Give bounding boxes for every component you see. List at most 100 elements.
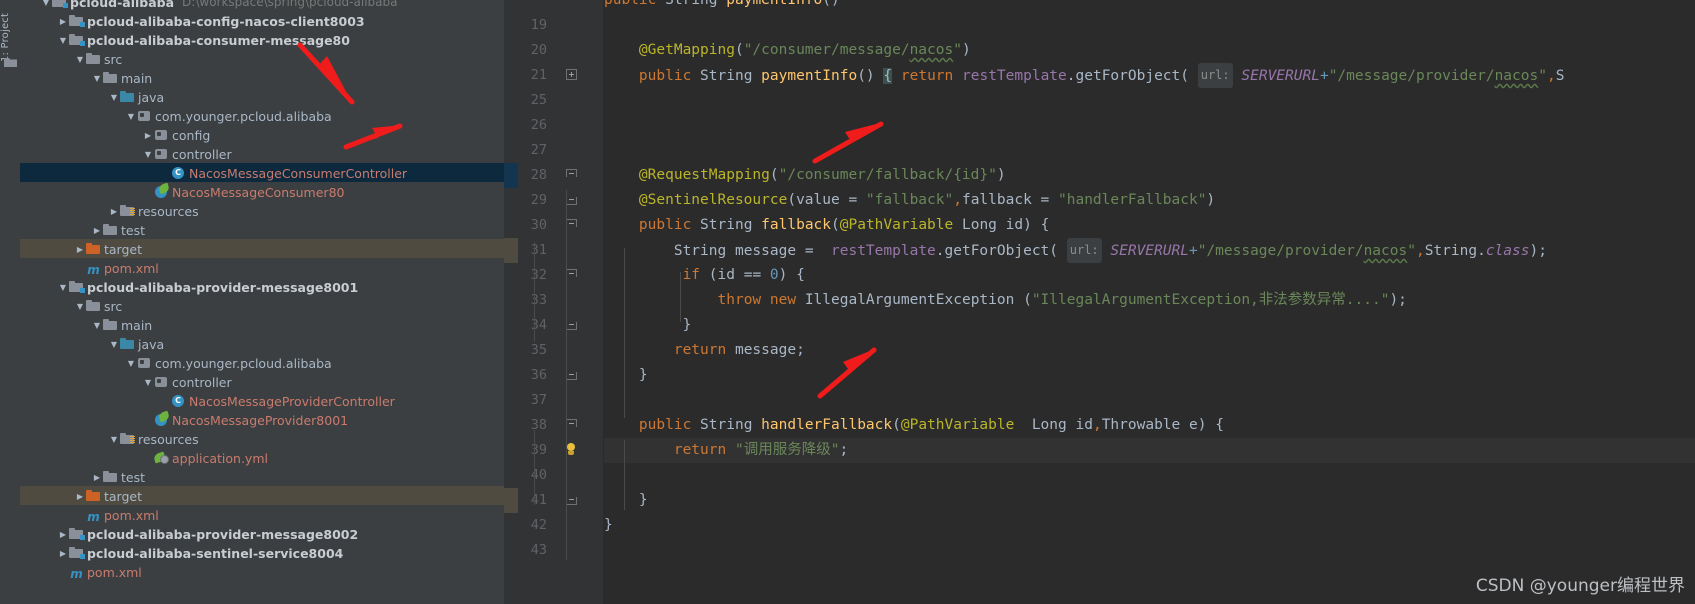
gutter-line[interactable]: 34	[504, 313, 604, 338]
code-line[interactable]: return message;	[604, 338, 1695, 363]
gutter-line[interactable]: 32	[504, 263, 604, 288]
tree-row[interactable]: pcloud-alibaba-provider-message8002	[20, 524, 504, 543]
gutter-line[interactable]: 25	[504, 88, 604, 113]
tree-row[interactable]: test	[20, 467, 504, 486]
tree-row[interactable]: main	[20, 315, 504, 334]
code-line[interactable]: }	[604, 488, 1695, 513]
code-line[interactable]	[604, 113, 1695, 138]
code-line[interactable]	[604, 538, 1695, 563]
tree-row[interactable]: pcloud-alibaba-config-nacos-client8003	[20, 11, 504, 30]
gutter-line[interactable]: 38	[504, 413, 604, 438]
gutter-line[interactable]: 26	[504, 113, 604, 138]
gutter-line[interactable]: 39	[504, 438, 604, 463]
tree-row[interactable]: pcloud-alibaba-provider-message8001	[20, 277, 504, 296]
tree-row[interactable]: target	[20, 239, 504, 258]
chevron-right-icon[interactable]	[91, 468, 103, 487]
tree-row[interactable]: NacosMessageConsumerController	[20, 163, 504, 182]
code-line[interactable]: @SentinelResource(value = "fallback",fal…	[604, 188, 1695, 213]
tree-row[interactable]: application.yml	[20, 448, 504, 467]
chevron-down-icon[interactable]	[74, 50, 86, 69]
gutter-line[interactable]: 40	[504, 463, 604, 488]
tree-row[interactable]: NacosMessageProvider8001	[20, 410, 504, 429]
chevron-down-icon[interactable]	[57, 31, 69, 50]
code-line[interactable]: @RequestMapping("/consumer/fallback/{id}…	[604, 163, 1695, 188]
chevron-right-icon[interactable]	[74, 487, 86, 506]
chevron-right-icon[interactable]	[142, 126, 154, 145]
fold-region-start-icon[interactable]	[566, 269, 577, 277]
code-line[interactable]	[604, 13, 1695, 38]
gutter-line[interactable]: 35	[504, 338, 604, 363]
code-line[interactable]: public String handlerFallback(@PathVaria…	[604, 413, 1695, 438]
tree-row[interactable]: m pom.xml	[20, 505, 504, 524]
gutter-line[interactable]: 33	[504, 288, 604, 313]
gutter-line[interactable]: 30	[504, 213, 604, 238]
code-line[interactable]: public String paymentInfo() { return res…	[604, 63, 1695, 88]
code-line[interactable]	[604, 138, 1695, 163]
chevron-down-icon[interactable]	[57, 278, 69, 297]
tree-row[interactable]: java	[20, 334, 504, 353]
gutter-line[interactable]: 43	[504, 538, 604, 563]
gutter-line[interactable]: 31	[504, 238, 604, 263]
code-editor[interactable]: 19 20 21 25 26 27 28 29 30 31 32 33 34 35 36 37 38 39 40 41…	[504, 0, 1695, 604]
project-tree[interactable]: pcloud-alibaba D:\workspace\spring\pcloud…	[20, 0, 504, 604]
code-line[interactable]	[604, 388, 1695, 413]
gutter-line[interactable]: 21	[504, 63, 604, 88]
code-line[interactable]: return "调用服务降级";	[604, 438, 1695, 463]
code-line[interactable]: }	[604, 313, 1695, 338]
chevron-right-icon[interactable]	[57, 525, 69, 544]
tree-row[interactable]: main	[20, 68, 504, 87]
tree-row[interactable]: pcloud-alibaba-consumer-message80	[20, 30, 504, 49]
fold-region-start-icon[interactable]	[566, 219, 577, 227]
chevron-down-icon[interactable]	[142, 145, 154, 164]
code-line[interactable]: throw new IllegalArgumentException ("Ill…	[604, 288, 1695, 313]
code-line[interactable]: }	[604, 363, 1695, 388]
fold-region-end-icon[interactable]	[566, 322, 577, 330]
code-text-area[interactable]: public String paymentInfo() @GetMapping(…	[604, 0, 1695, 604]
gutter-line[interactable]: 28	[504, 163, 604, 188]
gutter-line[interactable]: 20	[504, 38, 604, 63]
tree-row[interactable]: controller	[20, 144, 504, 163]
chevron-right-icon[interactable]	[57, 12, 69, 31]
tree-row[interactable]: java	[20, 87, 504, 106]
tree-row[interactable]: test	[20, 220, 504, 239]
gutter-line[interactable]: 27	[504, 138, 604, 163]
gutter-line[interactable]: 19	[504, 13, 604, 38]
tree-row[interactable]: pcloud-alibaba D:\workspace\spring\pcloud…	[20, 0, 504, 11]
tree-row[interactable]: pcloud-alibaba-sentinel-service8004	[20, 543, 504, 562]
code-line[interactable]	[604, 463, 1695, 488]
code-line[interactable]: public String paymentInfo()	[604, 0, 1695, 13]
chevron-down-icon[interactable]	[91, 316, 103, 335]
fold-region-start-icon[interactable]	[566, 419, 577, 427]
code-line[interactable]: @GetMapping("/consumer/message/nacos")	[604, 38, 1695, 63]
tree-row[interactable]: target	[20, 486, 504, 505]
chevron-down-icon[interactable]	[142, 373, 154, 392]
gutter-line[interactable]	[504, 0, 604, 13]
fold-expand-icon[interactable]	[566, 69, 577, 80]
chevron-down-icon[interactable]	[91, 69, 103, 88]
tree-row[interactable]: controller	[20, 372, 504, 391]
tree-row[interactable]: m pom.xml	[20, 258, 504, 277]
fold-region-end-icon[interactable]	[566, 497, 577, 505]
chevron-down-icon[interactable]	[108, 335, 120, 354]
gutter-line[interactable]: 36	[504, 363, 604, 388]
code-line[interactable]: String message = restTemplate.getForObje…	[604, 238, 1695, 263]
chevron-right-icon[interactable]	[91, 221, 103, 240]
fold-region-start-icon[interactable]	[566, 169, 577, 177]
tree-row[interactable]: NacosMessageProviderController	[20, 391, 504, 410]
tree-row[interactable]: m pom.xml	[20, 562, 504, 581]
editor-gutter[interactable]: 19 20 21 25 26 27 28 29 30 31 32 33 34 35 36 37 38 39 40 41…	[504, 0, 604, 604]
chevron-down-icon[interactable]	[108, 88, 120, 107]
fold-region-end-icon[interactable]	[566, 372, 577, 380]
tree-row[interactable]: NacosMessageConsumer80	[20, 182, 504, 201]
chevron-down-icon[interactable]	[108, 430, 120, 449]
tree-row[interactable]: src	[20, 296, 504, 315]
chevron-down-icon[interactable]	[125, 354, 137, 373]
tree-row[interactable]: com.younger.pcloud.alibaba	[20, 353, 504, 372]
tree-row[interactable]: resources	[20, 201, 504, 220]
tree-row[interactable]: resources	[20, 429, 504, 448]
gutter-line[interactable]: 29	[504, 188, 604, 213]
tree-row[interactable]: src	[20, 49, 504, 68]
code-line[interactable]: public String fallback(@PathVariable Lon…	[604, 213, 1695, 238]
fold-region-end-icon[interactable]	[566, 197, 577, 205]
chevron-right-icon[interactable]	[74, 240, 86, 259]
